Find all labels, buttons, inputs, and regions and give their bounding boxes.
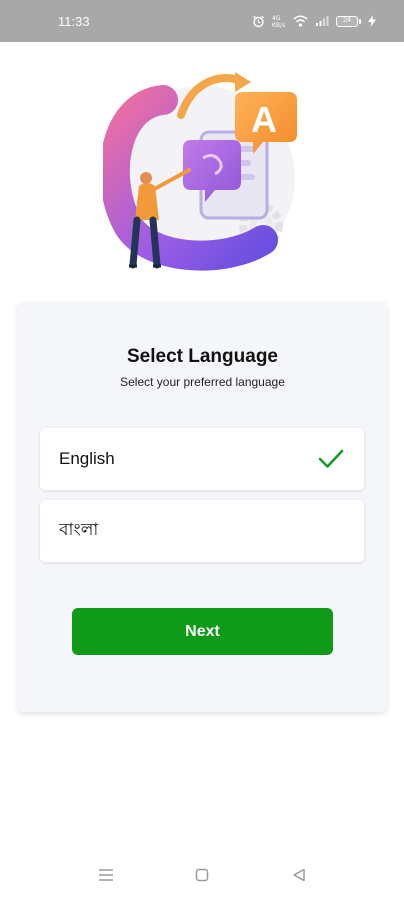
- alarm-icon: [253, 15, 264, 27]
- language-card: Select Language Select your preferred la…: [18, 302, 387, 712]
- letter-a: A: [251, 99, 277, 140]
- language-option-bangla[interactable]: বাংলা: [40, 500, 364, 562]
- system-nav-bar: [0, 850, 404, 900]
- signal-icon: [316, 16, 329, 26]
- battery-icon: 24: [336, 15, 361, 27]
- charging-icon: [368, 15, 376, 27]
- data-icon: 4G KB/s: [272, 15, 285, 28]
- language-option-label: English: [59, 449, 115, 468]
- menu-icon[interactable]: [98, 868, 114, 882]
- svg-text:KB/s: KB/s: [272, 22, 285, 28]
- language-option-label: বাংলা: [59, 520, 99, 539]
- page-title: Select Language: [127, 346, 278, 367]
- language-illustration: A: [103, 72, 297, 271]
- home-square-icon[interactable]: [195, 868, 209, 882]
- svg-text:4G: 4G: [272, 15, 281, 22]
- language-option-english[interactable]: English: [40, 428, 364, 490]
- next-button[interactable]: Next: [72, 608, 333, 655]
- status-icons: 4G KB/s 24: [252, 14, 376, 28]
- battery-level: 24: [336, 15, 358, 27]
- back-triangle-icon[interactable]: [292, 868, 306, 882]
- status-time: 11:33: [58, 13, 90, 29]
- status-bar: 11:33 4G KB/s 24: [0, 0, 404, 42]
- wifi-icon: [293, 15, 308, 27]
- page-subtitle: Select your preferred language: [120, 375, 285, 389]
- check-icon: [318, 449, 344, 468]
